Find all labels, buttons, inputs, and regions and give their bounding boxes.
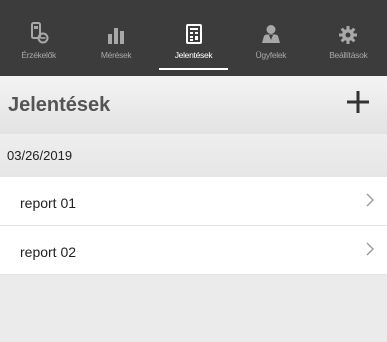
add-report-button[interactable]	[346, 90, 370, 114]
nav-label: Beállítások	[329, 50, 368, 60]
top-navigation-bar: Érzékelők Mérések Jelentések Ügyfelek Be…	[0, 0, 387, 76]
user-icon	[261, 25, 280, 43]
report-label: report 02	[20, 244, 77, 260]
nav-label: Érzékelők	[21, 50, 57, 60]
sensor-icon	[30, 22, 49, 44]
bar-chart-icon	[108, 28, 125, 44]
section-date: 03/26/2019	[7, 148, 73, 163]
chevron-right-icon	[366, 242, 374, 256]
nav-item-reports[interactable]: Jelentések	[155, 0, 232, 76]
list-item-report-01[interactable]: report 01	[0, 177, 387, 226]
nav-item-measurements[interactable]: Mérések	[77, 0, 154, 76]
nav-label: Mérések	[100, 50, 132, 60]
gear-icon	[339, 26, 358, 44]
nav-item-sensors[interactable]: Érzékelők	[0, 0, 77, 76]
page-header: Jelentések	[0, 76, 387, 134]
date-section-header: 03/26/2019	[0, 134, 387, 177]
list-item-report-02[interactable]: report 02	[0, 226, 387, 275]
report-icon	[185, 24, 202, 44]
page-title: Jelentések	[8, 94, 111, 116]
app-window: Érzékelők Mérések Jelentések Ügyfelek Be…	[0, 0, 387, 342]
nav-item-clients[interactable]: Ügyfelek	[232, 0, 309, 76]
chevron-right-icon	[366, 193, 374, 207]
nav-label: Jelentések	[174, 50, 213, 60]
plus-icon	[347, 91, 369, 113]
report-list: report 01 report 02	[0, 177, 387, 275]
nav-item-settings[interactable]: Beállítások	[310, 0, 387, 76]
report-label: report 01	[20, 195, 77, 211]
nav-label: Ügyfelek	[255, 50, 287, 60]
